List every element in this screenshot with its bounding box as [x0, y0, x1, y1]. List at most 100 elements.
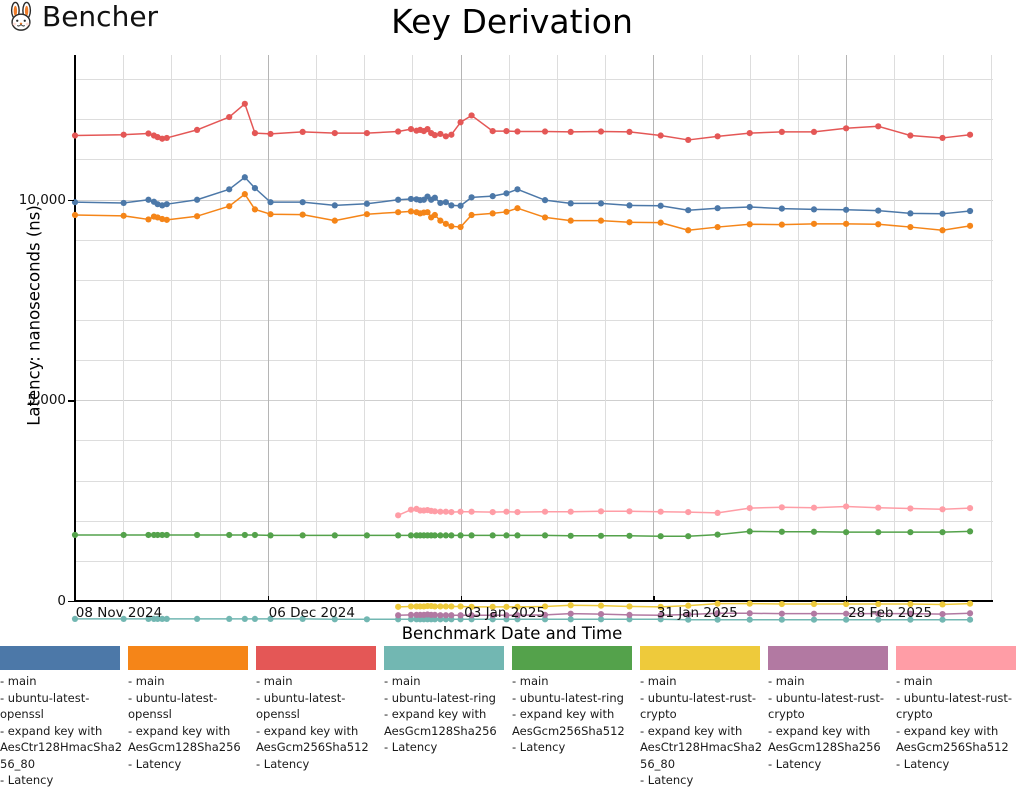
data-point[interactable]: [907, 132, 914, 139]
data-point[interactable]: [431, 211, 438, 219]
data-point[interactable]: [657, 132, 664, 139]
data-point[interactable]: [193, 126, 201, 134]
data-point[interactable]: [395, 196, 402, 203]
data-point[interactable]: [966, 222, 974, 229]
data-point[interactable]: [299, 199, 306, 206]
data-point[interactable]: [267, 199, 274, 206]
data-point[interactable]: [907, 529, 914, 536]
data-point[interactable]: [163, 531, 170, 539]
data-point[interactable]: [746, 616, 753, 623]
data-point[interactable]: [939, 506, 946, 513]
data-point[interactable]: [468, 112, 475, 119]
data-point[interactable]: [875, 504, 882, 511]
data-point[interactable]: [431, 532, 438, 539]
data-point[interactable]: [939, 616, 946, 623]
data-point[interactable]: [567, 602, 574, 609]
data-point[interactable]: [685, 136, 692, 144]
data-point[interactable]: [810, 528, 818, 535]
data-point[interactable]: [363, 616, 371, 623]
data-point[interactable]: [442, 532, 449, 539]
data-point[interactable]: [241, 615, 248, 623]
data-point[interactable]: [939, 610, 946, 618]
data-point[interactable]: [331, 202, 338, 209]
legend-item[interactable]: - main - ubuntu-latest-rust-crypto - exp…: [640, 646, 768, 789]
data-point[interactable]: [145, 196, 152, 203]
data-point[interactable]: [363, 532, 371, 539]
data-point[interactable]: [267, 130, 274, 138]
data-point[interactable]: [431, 132, 438, 139]
data-point[interactable]: [241, 531, 248, 539]
data-point[interactable]: [241, 174, 248, 181]
data-point[interactable]: [657, 508, 664, 515]
data-point[interactable]: [626, 202, 633, 209]
data-point[interactable]: [457, 202, 464, 209]
data-point[interactable]: [163, 216, 170, 223]
data-point[interactable]: [395, 512, 402, 519]
data-point[interactable]: [71, 211, 79, 219]
data-point[interactable]: [251, 615, 259, 623]
data-point[interactable]: [626, 603, 633, 610]
data-point[interactable]: [145, 531, 152, 539]
data-point[interactable]: [448, 223, 455, 230]
legend-item[interactable]: - main - ubuntu-latest-openssl - expand …: [256, 646, 384, 772]
data-point[interactable]: [567, 508, 574, 515]
data-point[interactable]: [514, 128, 521, 135]
data-point[interactable]: [448, 202, 455, 209]
data-point[interactable]: [457, 508, 464, 515]
data-point[interactable]: [939, 601, 946, 608]
data-point[interactable]: [907, 223, 914, 231]
data-point[interactable]: [778, 616, 785, 623]
data-point[interactable]: [810, 504, 818, 511]
data-point[interactable]: [514, 509, 521, 516]
data-point[interactable]: [120, 131, 127, 138]
data-point[interactable]: [843, 220, 850, 227]
data-point[interactable]: [810, 220, 818, 227]
data-point[interactable]: [442, 612, 449, 619]
data-point[interactable]: [875, 123, 882, 130]
data-point[interactable]: [407, 208, 415, 215]
data-point[interactable]: [299, 532, 306, 539]
data-point[interactable]: [939, 529, 946, 536]
data-point[interactable]: [331, 217, 338, 224]
data-point[interactable]: [442, 133, 449, 140]
legend-item[interactable]: - main - ubuntu-latest-rust-crypto - exp…: [896, 646, 1024, 772]
data-point[interactable]: [657, 219, 664, 226]
data-point[interactable]: [875, 529, 882, 536]
data-point[interactable]: [626, 128, 633, 136]
data-point[interactable]: [437, 217, 444, 224]
data-point[interactable]: [489, 193, 496, 200]
data-point[interactable]: [778, 221, 785, 228]
data-point[interactable]: [395, 612, 402, 619]
data-point[interactable]: [778, 205, 785, 212]
data-point[interactable]: [241, 191, 248, 198]
data-point[interactable]: [407, 506, 415, 513]
data-point[interactable]: [468, 508, 475, 515]
data-point[interactable]: [489, 532, 496, 539]
data-point[interactable]: [241, 100, 248, 107]
data-point[interactable]: [567, 616, 574, 623]
data-point[interactable]: [363, 130, 371, 137]
data-point[interactable]: [685, 533, 692, 540]
data-point[interactable]: [778, 528, 785, 535]
data-point[interactable]: [442, 603, 449, 610]
data-point[interactable]: [714, 133, 721, 140]
data-point[interactable]: [939, 210, 946, 217]
data-point[interactable]: [714, 205, 721, 212]
data-point[interactable]: [567, 532, 574, 539]
data-point[interactable]: [514, 205, 521, 212]
data-point[interactable]: [395, 128, 402, 135]
data-point[interactable]: [875, 221, 882, 228]
data-point[interactable]: [503, 508, 510, 515]
data-point[interactable]: [431, 611, 438, 618]
data-point[interactable]: [163, 134, 170, 142]
data-point[interactable]: [843, 125, 850, 132]
data-point[interactable]: [468, 532, 475, 539]
data-point[interactable]: [597, 200, 605, 207]
data-point[interactable]: [448, 612, 455, 619]
data-point[interactable]: [437, 612, 444, 619]
data-point[interactable]: [626, 508, 633, 515]
data-point[interactable]: [746, 528, 753, 535]
data-point[interactable]: [685, 207, 692, 214]
data-point[interactable]: [714, 223, 721, 231]
data-point[interactable]: [251, 130, 259, 137]
